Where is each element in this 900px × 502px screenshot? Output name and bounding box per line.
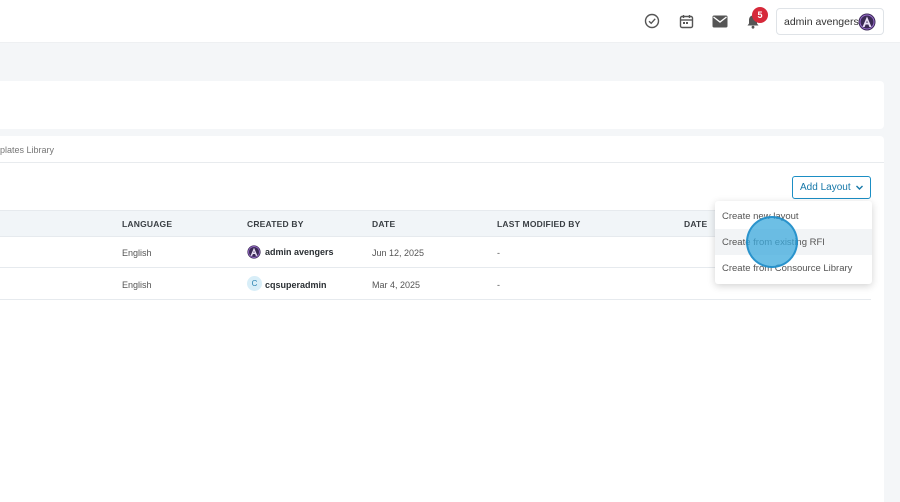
cell-language: English <box>122 248 152 258</box>
cell-last-modified-by: - <box>497 248 500 258</box>
user-name: admin avengers <box>784 15 859 28</box>
divider <box>0 162 884 163</box>
avatar: C <box>247 276 262 291</box>
menu-item-create-from-consource-library[interactable]: Create from Consource Library <box>715 255 872 281</box>
column-header-date[interactable]: DATE <box>372 219 395 229</box>
column-header-last-modified-by[interactable]: LAST MODIFIED BY <box>497 219 580 229</box>
user-menu-button[interactable]: admin avengers <box>776 8 884 35</box>
add-layout-label: Add Layout <box>800 182 851 193</box>
add-layout-dropdown: Create new layout Create from existing R… <box>715 201 872 284</box>
chevron-down-icon <box>855 183 864 192</box>
column-header-created-by[interactable]: CREATED BY <box>247 219 304 229</box>
column-header-modified-date[interactable]: DATE <box>684 219 707 229</box>
check-circle-icon[interactable] <box>643 12 661 30</box>
avatar <box>858 13 876 31</box>
layouts-card <box>0 136 884 502</box>
breadcrumb[interactable]: plates Library <box>0 145 54 155</box>
column-header-language[interactable]: LANGUAGE <box>122 219 172 229</box>
page-header-card <box>0 81 884 129</box>
mail-icon[interactable] <box>711 12 729 30</box>
menu-item-create-from-existing-rfi[interactable]: Create from existing RFI <box>715 229 872 255</box>
cell-date: Jun 12, 2025 <box>372 248 425 258</box>
menu-item-create-new-layout[interactable]: Create new layout <box>715 203 872 229</box>
notification-badge: 5 <box>752 7 768 23</box>
cell-language: English <box>122 280 152 290</box>
cell-date: Mar 4, 2025 <box>372 280 421 290</box>
top-bar <box>0 0 900 43</box>
add-layout-button[interactable]: Add Layout <box>792 176 871 199</box>
calendar-icon[interactable] <box>677 12 695 30</box>
cell-created-by: admin avengers <box>265 247 334 257</box>
avatar <box>247 245 261 259</box>
cell-created-by: cqsuperadmin <box>265 280 327 290</box>
cell-last-modified-by: - <box>497 280 500 290</box>
row-divider <box>0 299 871 300</box>
